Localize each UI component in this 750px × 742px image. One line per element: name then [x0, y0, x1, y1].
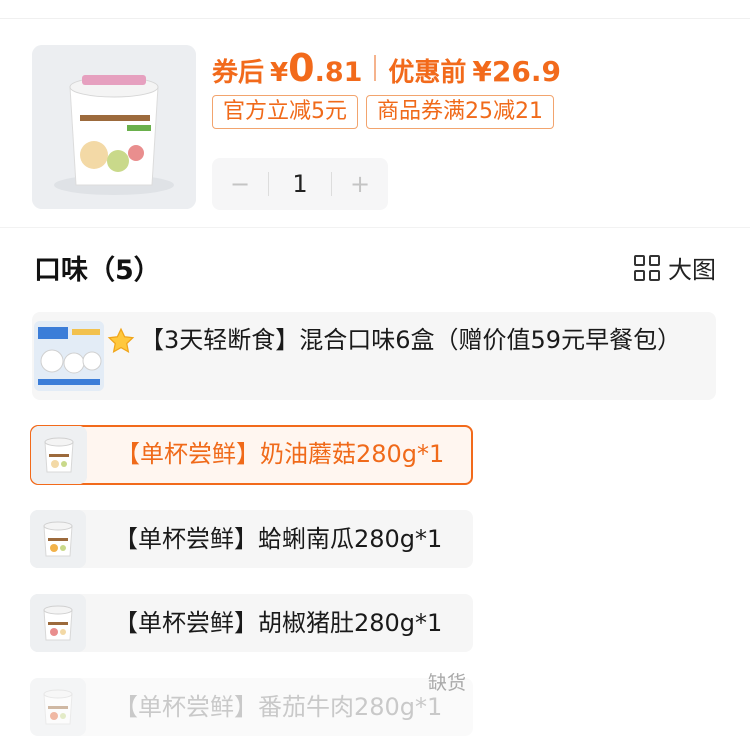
top-divider	[0, 18, 750, 19]
after-coupon-label: 券后	[212, 58, 265, 88]
price-separator	[374, 55, 377, 81]
flavor-option-cream-mushroom[interactable]: 【单杯尝鲜】奶油蘑菇280g*1	[30, 425, 473, 485]
quantity-value[interactable]: 1	[269, 170, 331, 198]
product-thumbnail[interactable]	[32, 45, 196, 209]
promo-tag: 官方立减5元	[212, 95, 358, 129]
flavor-option-tomato-beef[interactable]: 【单杯尝鲜】番茄牛肉280g*1	[30, 678, 473, 736]
flavor-section-title: 口味（5）	[34, 255, 161, 286]
coupon-price-integer: 0	[288, 46, 315, 90]
out-of-stock-badge: 缺货	[428, 672, 467, 694]
option-label: 【3天轻断食】混合口味6盒（赠价值59元早餐包）	[140, 326, 682, 354]
flavor-option-pepper-tripe[interactable]: 【单杯尝鲜】胡椒猪肚280g*1	[30, 594, 473, 652]
option-label: 【单杯尝鲜】蛤蜊南瓜280g*1	[114, 525, 443, 553]
promo-tags: 官方立减5元 商品券满25减21	[212, 95, 554, 129]
big-view-label: 大图	[668, 256, 716, 284]
currency-symbol: ¥	[270, 58, 289, 88]
option-label: 【单杯尝鲜】奶油蘑菇280g*1	[116, 440, 445, 468]
increase-button[interactable]: +	[332, 158, 388, 210]
big-view-toggle[interactable]: 大图	[634, 250, 716, 285]
grid-icon	[634, 254, 660, 281]
price-row: 券后 ¥ 0 .81 优惠前 ¥26.9	[212, 46, 561, 90]
quantity-stepper: − 1 +	[212, 158, 388, 210]
section-divider	[0, 227, 750, 228]
promo-tag: 商品券满25减21	[366, 95, 554, 129]
option-thumbnail	[30, 678, 86, 736]
option-thumbnail	[31, 426, 87, 484]
option-thumbnail	[34, 321, 104, 391]
option-label: 【单杯尝鲜】胡椒猪肚280g*1	[114, 609, 443, 637]
flavor-option-clam-pumpkin[interactable]: 【单杯尝鲜】蛤蜊南瓜280g*1	[30, 510, 473, 568]
option-label: 【单杯尝鲜】番茄牛肉280g*1	[114, 693, 443, 721]
product-cup-image	[32, 45, 196, 209]
option-thumbnail	[30, 594, 86, 652]
flavor-option-mixed[interactable]: 【3天轻断食】混合口味6盒（赠价值59元早餐包）	[32, 312, 716, 400]
before-discount-label: 优惠前	[388, 58, 467, 88]
coupon-price-decimal: .81	[314, 57, 363, 88]
decrease-button[interactable]: −	[212, 158, 268, 210]
before-discount-price: ¥26.9	[472, 55, 561, 88]
option-thumbnail	[30, 510, 86, 568]
